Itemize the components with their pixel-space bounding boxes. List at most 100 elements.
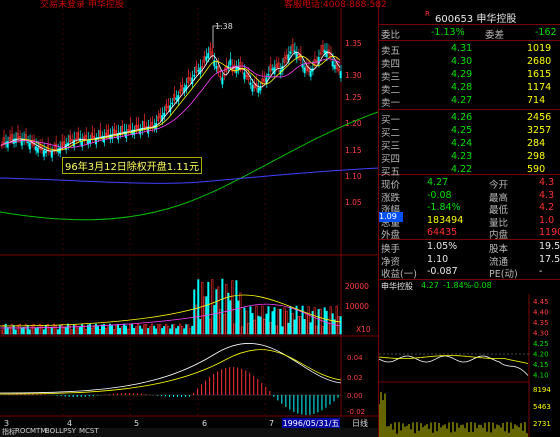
- candle-body: [339, 71, 342, 79]
- ask-row: 卖四 4.30 2680: [381, 56, 552, 70]
- volume-bar: [261, 305, 264, 335]
- candle-body: [267, 73, 270, 76]
- volume-bar: [195, 304, 198, 335]
- mini-price-label: 4.10: [533, 372, 549, 380]
- stat-row: 涨幅 -1.84% 最低 4.2: [381, 202, 555, 216]
- macd-axis-label: 0.00: [347, 392, 363, 400]
- divider: [379, 24, 560, 25]
- volume-bar: [163, 326, 166, 335]
- volume-bar: [269, 322, 272, 335]
- volume-bar: [217, 286, 220, 335]
- volume-bar: [94, 323, 97, 335]
- volume-bar: [34, 327, 37, 335]
- volume-bar: [335, 305, 338, 335]
- volume-bar: [187, 324, 190, 335]
- stock-code-name: 600653 申华控股: [435, 14, 517, 25]
- volume-bar: [213, 304, 216, 335]
- volume-bar: [117, 324, 120, 335]
- volume-bar: [70, 329, 73, 335]
- volume-bar: [263, 318, 266, 335]
- volume-bar: [267, 306, 270, 335]
- volume-bar: [211, 279, 214, 335]
- volume-bar: [88, 324, 91, 335]
- stat-row: 总量 183494 量比 1.0: [381, 214, 555, 229]
- volume-bar: [207, 281, 210, 335]
- ex-rights-annotation: 96年3月12日除权开盘1.11元: [62, 157, 203, 174]
- dif-line: [0, 342, 342, 394]
- candle-body: [293, 50, 296, 53]
- volume-bar: [105, 327, 108, 335]
- volume-bar: [227, 292, 230, 335]
- volume-bar: [76, 327, 79, 335]
- mini-price-label: 4.15: [533, 361, 549, 369]
- volume-bar: [199, 318, 202, 335]
- candle-body: [331, 60, 334, 67]
- intraday-mini-chart[interactable]: 4.45 4.40 4.35 4.30 4.25 4.20 4.15 4.10 8194 5463…: [379, 294, 560, 437]
- volume-bar: [201, 281, 204, 335]
- kline-chart[interactable]: 1.35 1.30 1.25 1.20 1.15 1.10 1.05 1.38 20000 100…: [0, 0, 378, 437]
- volume-bar: [271, 311, 274, 335]
- ask-row: 卖三 4.29 1615: [381, 69, 552, 83]
- volume-bar: [107, 326, 110, 335]
- volume-bar: [127, 328, 130, 335]
- candle-body: [207, 53, 210, 59]
- divider: [379, 40, 560, 41]
- volume-bar: [251, 313, 254, 335]
- volume-bar: [155, 328, 158, 335]
- volume-bar: [54, 325, 57, 335]
- volume-bar: [169, 328, 172, 335]
- volume-bar: [137, 323, 140, 335]
- tab-psy[interactable]: PSY: [63, 427, 76, 435]
- volume-bar: [253, 319, 256, 335]
- volume-bar: [84, 329, 87, 335]
- volume-bar: [0, 329, 3, 335]
- volume-bar: [233, 323, 236, 335]
- tab-mcst[interactable]: MCST: [79, 427, 99, 435]
- volume-bar: [159, 324, 162, 335]
- stat2-row: 净资 1.10 流通 17.5: [381, 253, 560, 268]
- volume-bar: [64, 326, 67, 335]
- volume-bar: [323, 307, 326, 335]
- mini-price-label: 4.25: [533, 340, 549, 348]
- ask-row: 卖五 4.31 1019: [381, 43, 552, 57]
- mini-price-label: 4.40: [533, 309, 549, 317]
- volume-bar: [113, 328, 116, 335]
- volume-bar: [90, 327, 93, 335]
- volume-bar: [181, 325, 184, 335]
- volume-bar: [58, 324, 61, 335]
- volume-bar: [179, 323, 182, 335]
- mini-chart-header: 申华控股 4.27 -1.84% -0.08: [381, 281, 492, 291]
- volume-bar: [223, 314, 226, 335]
- price-axis-label: 1.05: [345, 198, 362, 207]
- volume-bar: [231, 280, 234, 335]
- volume-bar: [299, 316, 302, 335]
- current-price-tag: 1.09: [379, 212, 403, 222]
- candle-body: [72, 139, 75, 147]
- volume-bar: [255, 305, 258, 335]
- volume-bar: [209, 318, 212, 335]
- volume-bar: [115, 324, 118, 335]
- candle-body: [6, 141, 9, 148]
- volume-bar: [60, 323, 63, 335]
- candle-body: [163, 112, 166, 117]
- price-axis-label: 1.20: [345, 119, 362, 128]
- volume-bar: [151, 323, 154, 335]
- max-price-label: 1.38: [215, 22, 233, 31]
- candle-body: [26, 141, 29, 144]
- volume-bar: [74, 323, 77, 335]
- volume-bar: [135, 326, 138, 335]
- volume-bar: [98, 328, 101, 335]
- stat2-row: 换手 1.05% 股本 19.5: [381, 241, 560, 255]
- tab-indicator[interactable]: 指标: [2, 427, 16, 437]
- tab-roc[interactable]: ROC: [15, 427, 30, 435]
- volume-bar: [92, 326, 95, 335]
- volume-bar: [50, 326, 53, 335]
- candle-body: [205, 56, 208, 61]
- volume-bar: [193, 289, 196, 335]
- candle-body: [309, 70, 312, 77]
- tab-boll[interactable]: BOLL: [45, 427, 63, 435]
- volume-bar: [119, 327, 122, 335]
- tab-mtm[interactable]: MTM: [30, 427, 46, 435]
- volume-bar: [189, 328, 192, 335]
- volume-bar: [307, 306, 310, 335]
